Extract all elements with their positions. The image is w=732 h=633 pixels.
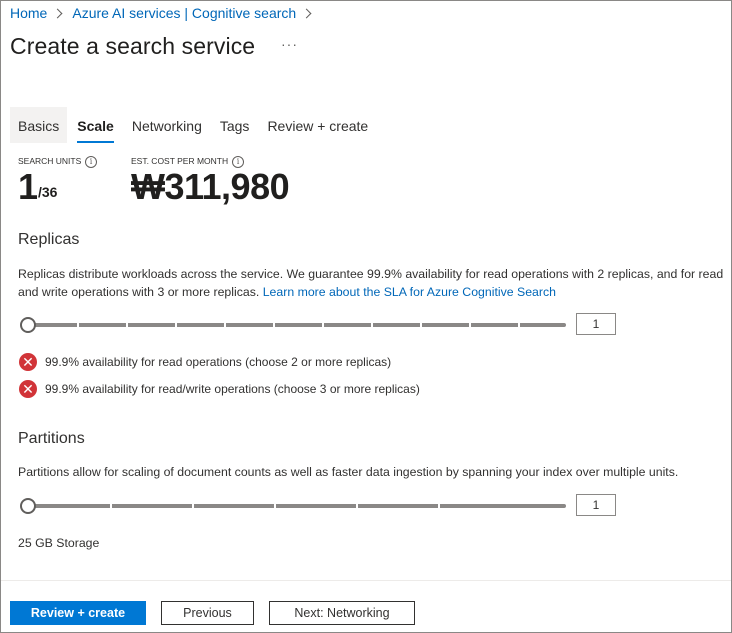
chevron-right-icon — [52, 8, 63, 18]
partitions-description: Partitions allow for scaling of document… — [18, 465, 679, 479]
est-cost-value: ₩311,980 — [131, 166, 290, 207]
replicas-slider[interactable] — [20, 317, 566, 333]
breadcrumb-home[interactable]: Home — [10, 5, 47, 21]
tab-tags[interactable]: Tags — [212, 107, 258, 143]
error-icon: ✕ — [19, 380, 37, 398]
storage-label: 25 GB Storage — [18, 536, 100, 550]
slider-rail — [28, 323, 566, 327]
wizard-tabs: Basics Scale Networking Tags Review + cr… — [10, 107, 378, 143]
est-cost-label: Est. cost per month — [131, 156, 229, 166]
replicas-readwrite-availability-error: ✕ 99.9% availability for read/write oper… — [19, 380, 420, 398]
info-icon[interactable]: i — [85, 156, 97, 168]
tab-networking[interactable]: Networking — [124, 107, 210, 143]
breadcrumb-cognitive-search[interactable]: Azure AI services | Cognitive search — [72, 5, 296, 21]
search-units-label: Search units — [18, 156, 82, 166]
chevron-right-icon — [301, 8, 312, 18]
more-options-icon[interactable]: ··· — [281, 36, 298, 52]
partitions-count-input[interactable] — [576, 494, 616, 516]
search-units-max: /36 — [38, 184, 58, 200]
error-message: 99.9% availability for read operations (… — [45, 355, 392, 369]
search-units-value: 1 — [18, 166, 39, 207]
replicas-count-input[interactable] — [576, 313, 616, 335]
next-networking-button[interactable]: Next: Networking — [269, 601, 415, 625]
tab-scale[interactable]: Scale — [69, 107, 122, 143]
sla-link[interactable]: Learn more about the SLA for Azure Cogni… — [263, 285, 556, 299]
slider-thumb[interactable] — [20, 317, 36, 333]
error-message: 99.9% availability for read/write operat… — [45, 382, 420, 396]
slider-thumb[interactable] — [20, 498, 36, 514]
replicas-read-availability-error: ✕ 99.9% availability for read operations… — [19, 353, 391, 371]
review-create-button[interactable]: Review + create — [10, 601, 146, 625]
breadcrumb: Home Azure AI services | Cognitive searc… — [10, 5, 321, 21]
previous-button[interactable]: Previous — [161, 601, 254, 625]
partitions-slider[interactable] — [20, 498, 566, 514]
slider-rail — [28, 504, 566, 508]
error-icon: ✕ — [19, 353, 37, 371]
footer-divider — [1, 580, 731, 581]
tab-review-create[interactable]: Review + create — [259, 107, 376, 143]
page-title: Create a search service — [10, 33, 256, 59]
replicas-heading: Replicas — [18, 231, 80, 248]
partitions-heading: Partitions — [18, 430, 85, 447]
replicas-description: Replicas distribute workloads across the… — [18, 265, 728, 301]
tab-basics[interactable]: Basics — [10, 107, 68, 143]
